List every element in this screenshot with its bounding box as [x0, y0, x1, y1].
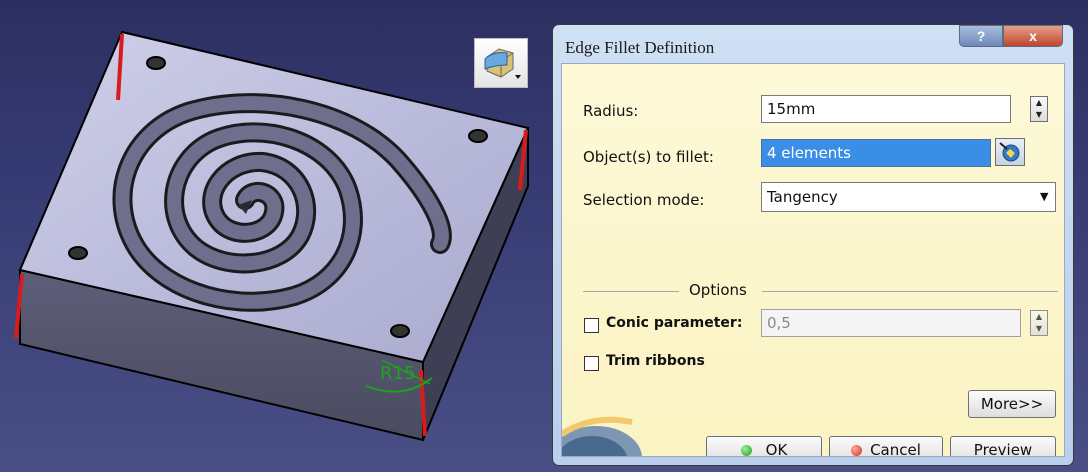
radius-spinner[interactable]: ▲ ▼: [1030, 96, 1048, 122]
options-heading: Options: [689, 281, 747, 299]
options-separator-right: [762, 291, 1058, 292]
edge-fillet-icon: [484, 48, 521, 79]
conic-parameter-label[interactable]: Conic parameter:: [606, 315, 742, 331]
dimension-label[interactable]: R15: [380, 363, 415, 384]
edge-fillet-dialog[interactable]: Edge Fillet Definition ? x Radius: 15mm …: [552, 24, 1074, 466]
hole: [468, 129, 488, 143]
spin-up-icon[interactable]: ▲: [1031, 311, 1047, 323]
objects-label: Object(s) to fillet:: [583, 148, 714, 166]
spin-down-icon[interactable]: ▼: [1031, 109, 1047, 121]
ok-button[interactable]: OK: [706, 436, 822, 457]
ok-status-icon: [740, 445, 752, 456]
radius-label: Radius:: [583, 102, 639, 120]
preview-button[interactable]: Preview: [950, 436, 1056, 456]
conic-parameter-spinner[interactable]: ▲ ▼: [1030, 310, 1048, 336]
trim-ribbons-checkbox[interactable]: [584, 356, 599, 371]
help-button[interactable]: ?: [959, 25, 1003, 47]
conic-parameter-checkbox[interactable]: [584, 318, 599, 333]
selection-mode-label: Selection mode:: [583, 191, 705, 209]
3d-viewport[interactable]: R15 Edge Fillet Definition ? x Radius: 1…: [0, 0, 1088, 472]
hole: [390, 324, 410, 338]
hole: [146, 56, 166, 70]
selection-tool-icon: [999, 142, 1020, 162]
cancel-button[interactable]: Cancel: [829, 436, 943, 457]
dialog-body: Radius: 15mm ▲ ▼ Object(s) to fillet: 4 …: [561, 63, 1065, 457]
radius-input[interactable]: 15mm: [761, 95, 1011, 123]
globe-logo-icon: [562, 416, 642, 456]
selection-mode-dropdown[interactable]: Tangency: [761, 182, 1056, 212]
edge-fillet-tool-button[interactable]: [474, 38, 528, 88]
dialog-titlebar[interactable]: Edge Fillet Definition ? x: [553, 25, 1073, 63]
chevron-down-icon[interactable]: ▼: [1040, 190, 1048, 203]
objects-input[interactable]: 4 elements: [761, 139, 991, 167]
objects-selector-button[interactable]: [995, 138, 1025, 166]
spin-down-icon[interactable]: ▼: [1031, 323, 1047, 335]
conic-parameter-input[interactable]: 0,5: [761, 309, 1021, 337]
options-separator-left: [583, 291, 679, 292]
hole: [68, 246, 88, 260]
trim-ribbons-label[interactable]: Trim ribbons: [606, 353, 705, 369]
spin-up-icon[interactable]: ▲: [1031, 97, 1047, 109]
dialog-title: Edge Fillet Definition: [565, 38, 715, 57]
cancel-status-icon: [851, 445, 863, 456]
ok-button-label: OK: [765, 441, 788, 457]
close-button[interactable]: x: [1003, 25, 1063, 47]
more-button[interactable]: More>>: [968, 390, 1056, 418]
cancel-button-label: Cancel: [870, 441, 921, 457]
